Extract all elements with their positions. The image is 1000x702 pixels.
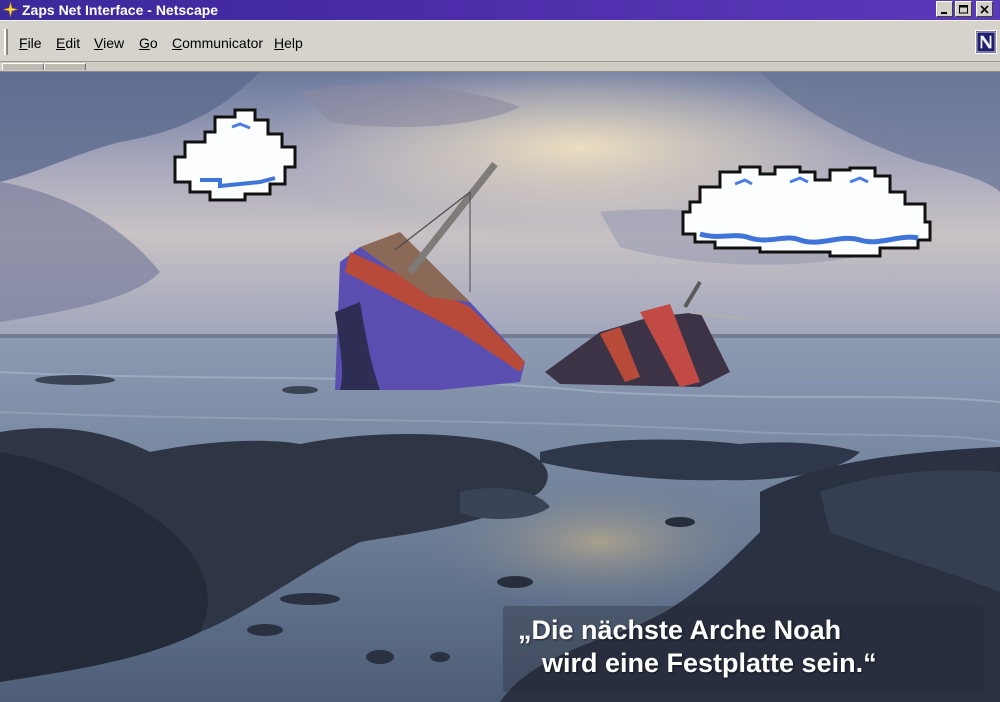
caption-line-2: wird eine Festplatte sein.“ — [542, 648, 877, 678]
close-icon — [980, 4, 989, 14]
close-button[interactable] — [976, 1, 993, 17]
menu-file[interactable]: File — [19, 35, 42, 51]
sparkle-icon — [3, 2, 18, 17]
netscape-n-icon[interactable] — [975, 30, 997, 54]
menu-view[interactable]: View — [94, 35, 124, 51]
menu-grip-handle[interactable] — [4, 29, 8, 55]
menu-communicator[interactable]: Communicator — [172, 35, 263, 51]
quote-caption: „Die nächste Arche Noah wird eine Festpl… — [518, 614, 978, 680]
menu-go[interactable]: Go — [139, 35, 158, 51]
toolbar-collapse-strip — [0, 62, 1000, 72]
maximize-icon — [958, 4, 968, 13]
toolbar-tab-handle-2[interactable] — [44, 63, 86, 70]
menu-go-label: o — [149, 35, 158, 51]
minimize-icon — [941, 11, 947, 14]
window-title: Zaps Net Interface - Netscape — [22, 2, 219, 18]
menu-communicator-label: ommunicator — [182, 35, 264, 51]
menu-edit[interactable]: Edit — [56, 35, 80, 51]
menu-edit-label: dit — [65, 35, 81, 51]
title-bar: Zaps Net Interface - Netscape — [0, 0, 1000, 20]
page-content: „Die nächste Arche Noah wird eine Festpl… — [0, 72, 1000, 702]
maximize-button[interactable] — [955, 1, 972, 17]
menu-help-label: elp — [284, 35, 303, 51]
toolbar-tab-handle-1[interactable] — [2, 63, 44, 70]
menu-view-label: iew — [103, 35, 125, 51]
caption-line-1: „Die nächste Arche Noah — [518, 615, 842, 645]
menu-help[interactable]: Help — [274, 35, 303, 51]
menu-bar: File Edit View Go Communicator Help — [0, 20, 1000, 62]
menu-file-label: ile — [27, 35, 42, 51]
minimize-button[interactable] — [936, 1, 953, 17]
